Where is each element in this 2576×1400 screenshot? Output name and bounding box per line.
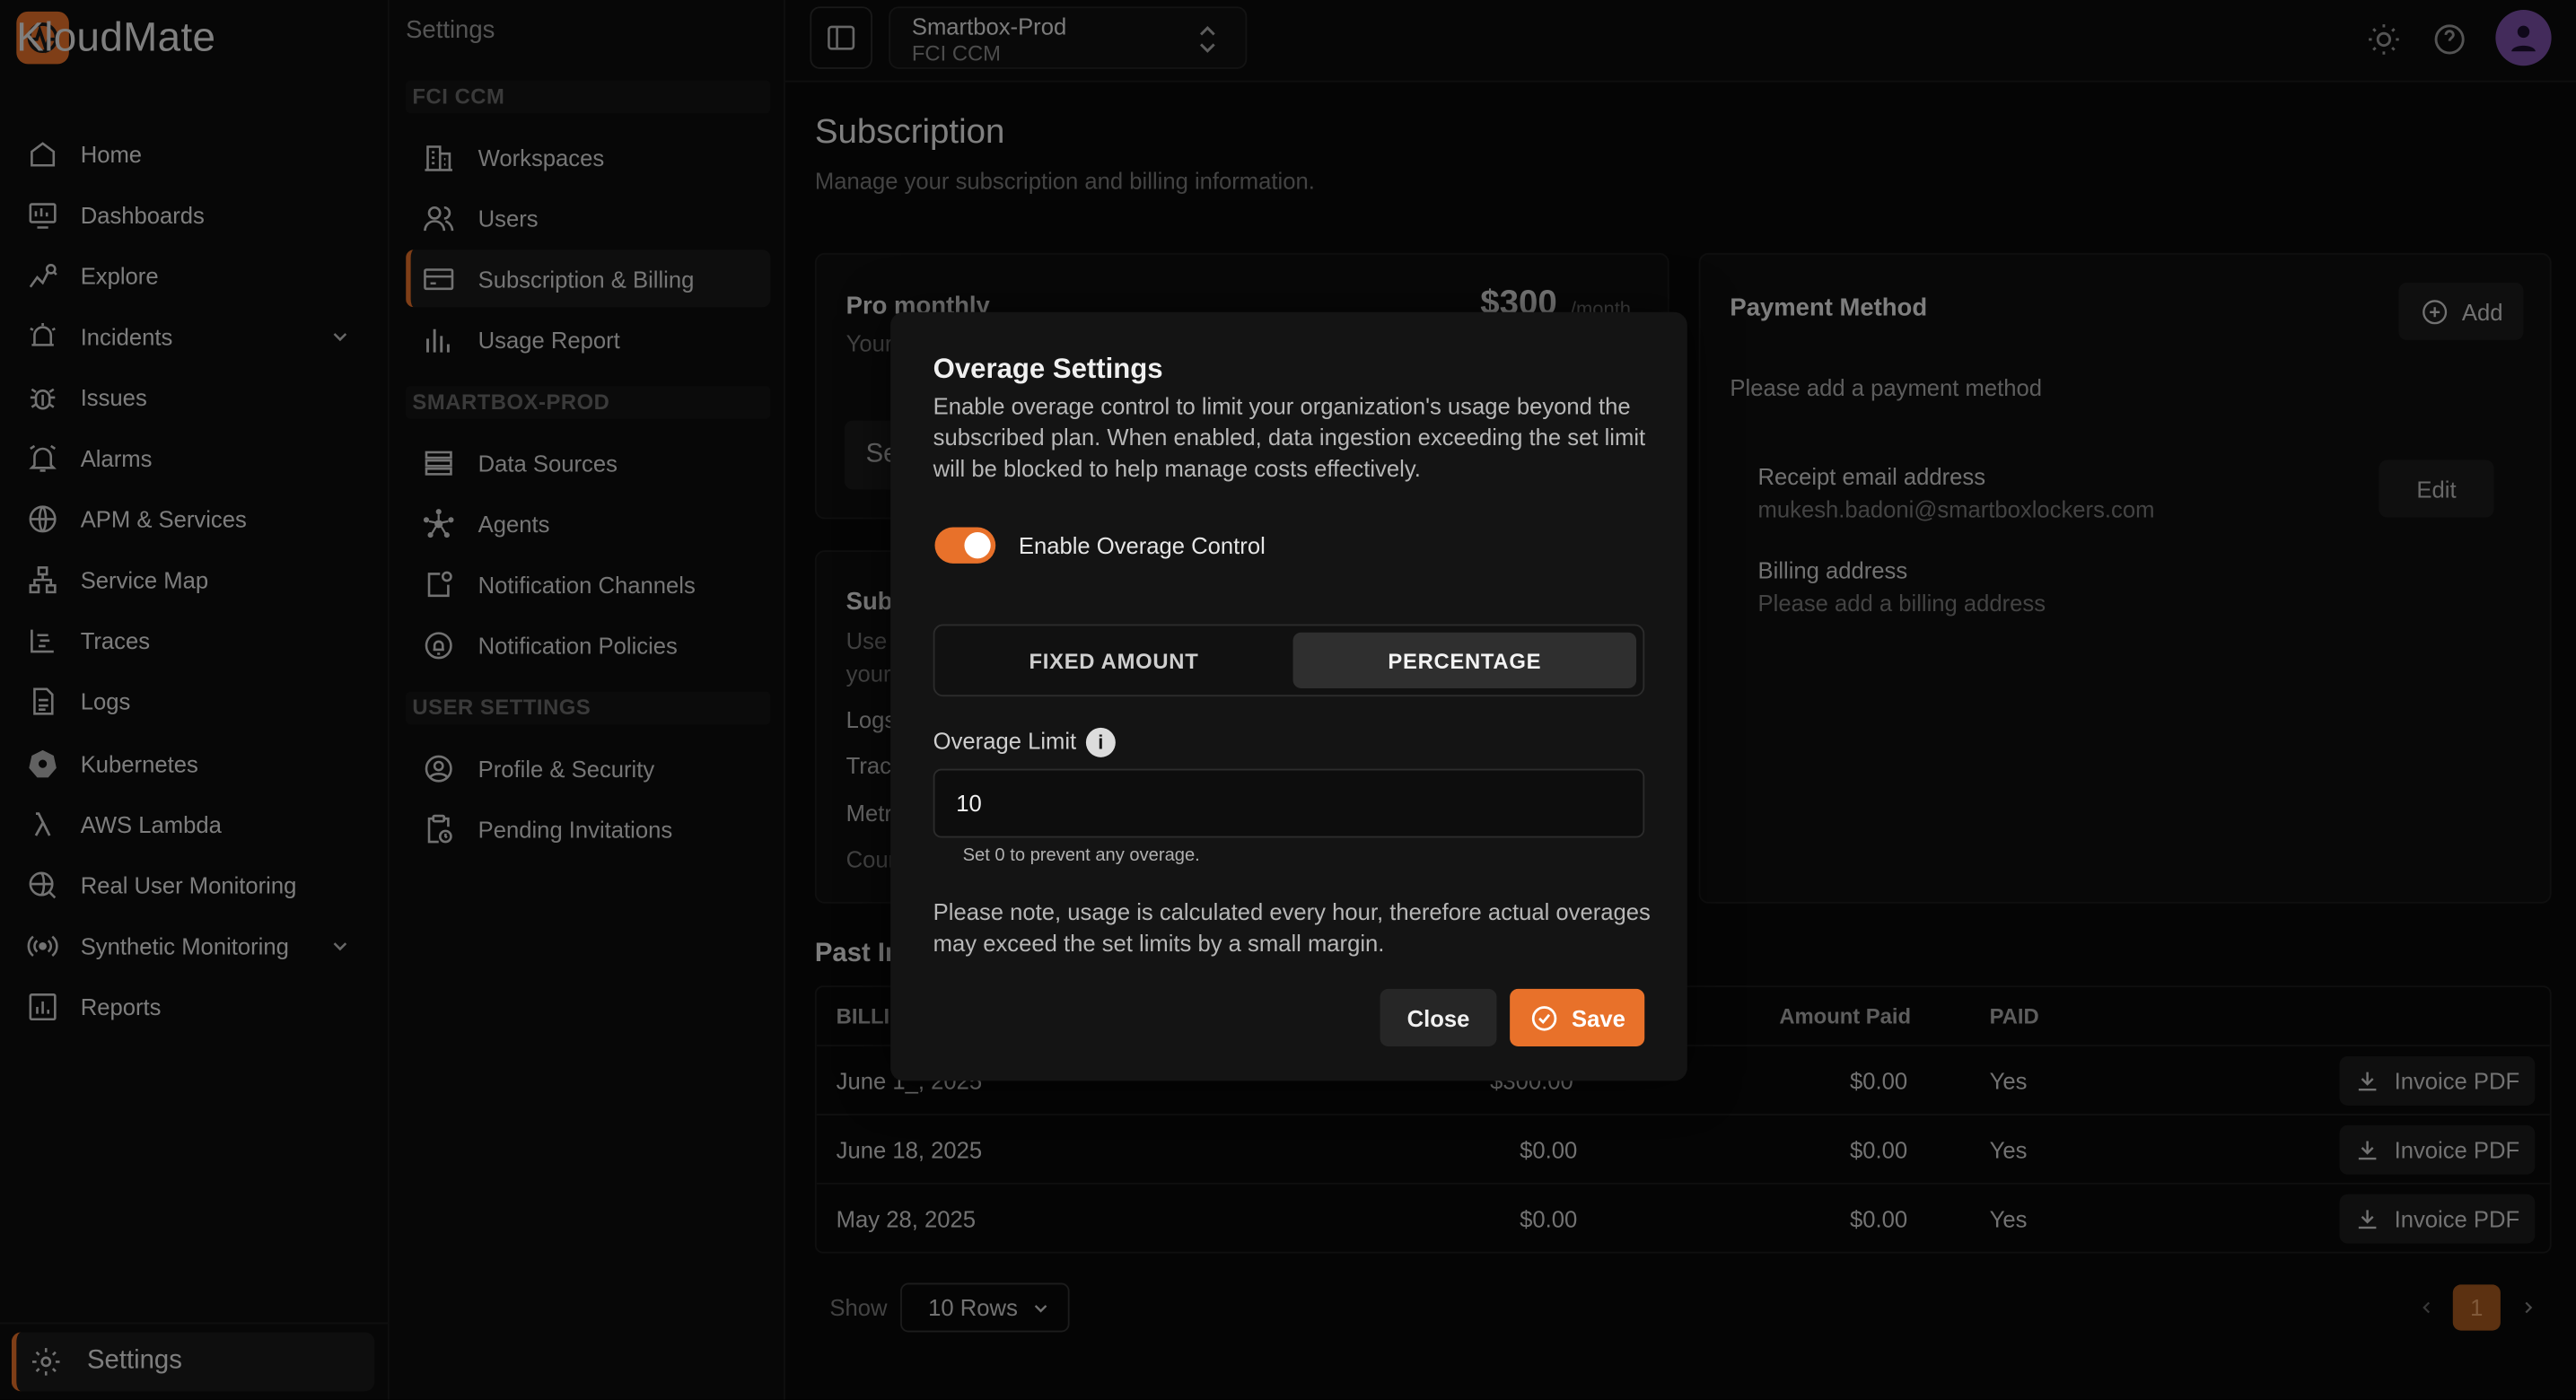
close-button[interactable]: Close xyxy=(1380,988,1497,1046)
dialog-description: Enable overage control to limit your org… xyxy=(933,392,1646,482)
overage-limit-hint: Set 0 to prevent any overage. xyxy=(962,845,1200,866)
overage-limit-label: Overage Limit xyxy=(933,727,1077,755)
overage-limit-input[interactable] xyxy=(933,768,1645,838)
limit-mode-tabs: FIXED AMOUNT PERCENTAGE xyxy=(933,624,1645,697)
usage-note: Please note, usage is calculated every h… xyxy=(933,898,1651,957)
overage-toggle-label: Enable Overage Control xyxy=(1018,532,1266,559)
toggle-knob xyxy=(964,532,991,559)
save-button[interactable]: Save xyxy=(1510,988,1645,1046)
save-label: Save xyxy=(1572,1004,1625,1031)
check-circle-icon xyxy=(1531,1005,1556,1030)
overage-settings-dialog: Overage Settings Enable overage control … xyxy=(890,311,1687,1081)
overage-toggle[interactable] xyxy=(934,527,996,564)
info-icon[interactable]: i xyxy=(1085,727,1116,757)
dialog-title: Overage Settings xyxy=(933,353,1163,385)
tab-percentage[interactable]: PERCENTAGE xyxy=(1292,632,1637,688)
tab-fixed-amount[interactable]: FIXED AMOUNT xyxy=(942,633,1286,688)
